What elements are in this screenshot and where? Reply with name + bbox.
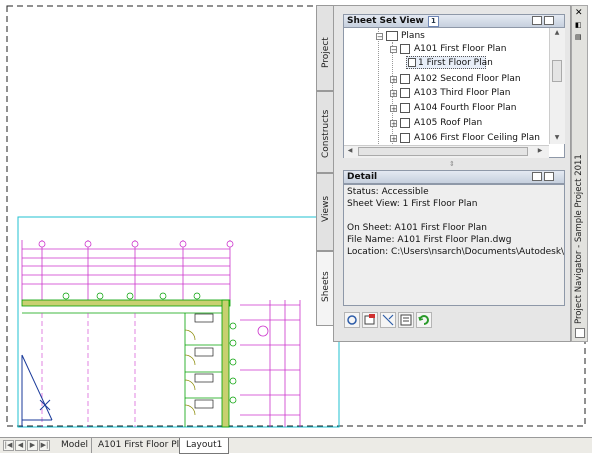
next-tab-icon[interactable]: ▶ [27, 440, 38, 451]
grid-bubbles [38, 240, 269, 337]
splitter-grip[interactable]: ⇕ [449, 160, 455, 168]
folder-icon [386, 31, 398, 41]
sheet-icon [400, 88, 410, 98]
palette-icon [575, 328, 585, 338]
tab-constructs[interactable]: Constructs [316, 91, 334, 173]
tab-sheets[interactable]: Sheets [316, 251, 334, 326]
detail-status: Status: Accessible [347, 187, 429, 197]
properties-icon[interactable] [398, 312, 414, 328]
close-icon[interactable]: ✕ [575, 9, 583, 18]
collapse-icon[interactable]: − [376, 33, 383, 41]
scroll-thumb[interactable] [552, 60, 562, 82]
sheet-set-icon[interactable] [344, 312, 360, 328]
sheet-icon [400, 44, 410, 54]
sheet-icon [400, 133, 410, 143]
scroll-down-icon[interactable]: ▼ [551, 133, 563, 143]
tree-vertical-scrollbar[interactable]: ▲ ▼ [549, 28, 565, 144]
tree-guide [378, 28, 379, 157]
sheet-list-icon[interactable] [544, 16, 554, 25]
tab-project[interactable]: Project [316, 5, 334, 91]
sheet-icon [400, 74, 410, 84]
sheet-icon [400, 103, 410, 113]
viewport-frame [17, 216, 340, 428]
last-tab-icon[interactable]: ▶| [39, 440, 50, 451]
tab-model[interactable]: Model [55, 438, 94, 453]
palette-title-bar[interactable]: ✕ ◧ ▤ Project Navigator - Sample Project… [571, 5, 588, 342]
expand-icon[interactable]: + [390, 76, 397, 84]
scroll-up-icon[interactable]: ▲ [551, 28, 563, 38]
views-icon[interactable] [532, 16, 542, 25]
preview-icon[interactable] [544, 172, 554, 181]
expand-icon[interactable]: + [390, 135, 397, 143]
sheet-set-tree[interactable]: − Plans − A101 First Floor Plan 1 First … [343, 27, 565, 158]
palette-title: Project Navigator - Sample Project 2011 [574, 154, 584, 324]
collapse-icon[interactable]: − [390, 46, 397, 54]
detail-on-sheet: On Sheet: A101 First Floor Plan [347, 223, 487, 233]
stair-symbol [21, 354, 53, 427]
expand-icon[interactable]: + [390, 120, 397, 128]
tab-views[interactable]: Views [316, 173, 334, 251]
detail-panel: Status: Accessible Sheet View: 1 First F… [343, 184, 565, 306]
scroll-right-icon[interactable]: ▶ [534, 146, 546, 156]
detail-header[interactable]: Detail [343, 170, 565, 184]
detail-file-name: File Name: A101 First Floor Plan.dwg [347, 235, 512, 245]
palette-toolbar [343, 311, 565, 331]
door-swings [184, 329, 196, 416]
prev-tab-icon[interactable]: ◀ [15, 440, 26, 451]
detail-view-icon[interactable] [532, 172, 542, 181]
sheet-set-view-title: Sheet Set View [347, 16, 424, 26]
sheet-set-view-header[interactable]: Sheet Set View 1 [343, 14, 565, 28]
publish-icon[interactable] [362, 312, 378, 328]
tree-item-selected[interactable]: 1 First Floor Plan [406, 56, 493, 69]
expand-icon[interactable]: + [390, 90, 397, 98]
room-tags [194, 313, 214, 409]
first-tab-icon[interactable]: |◀ [3, 440, 14, 451]
detail-title: Detail [347, 172, 378, 182]
expand-icon[interactable]: + [390, 105, 397, 113]
scroll-thumb[interactable] [358, 147, 528, 156]
tab-layout1[interactable]: Layout1 [179, 438, 230, 454]
view-icon[interactable] [380, 312, 396, 328]
layout-tab-bar: |◀ ◀ ▶ ▶| Model A101 First Floor Plan La… [0, 437, 592, 454]
sheet-set-view-badge: 1 [427, 16, 439, 27]
sheet-icon [400, 118, 410, 128]
tree-horizontal-scrollbar[interactable]: ◀ ▶ [344, 145, 549, 158]
detail-location: Location: C:\Users\nsarch\Documents\Auto… [347, 247, 565, 257]
palette-side-tabs: Project Constructs Views Sheets [316, 5, 334, 326]
scroll-left-icon[interactable]: ◀ [344, 146, 356, 156]
refresh-icon[interactable] [416, 312, 432, 328]
sheet-view-icon [408, 58, 416, 67]
detail-sheet-view: Sheet View: 1 First Floor Plan [347, 199, 478, 209]
